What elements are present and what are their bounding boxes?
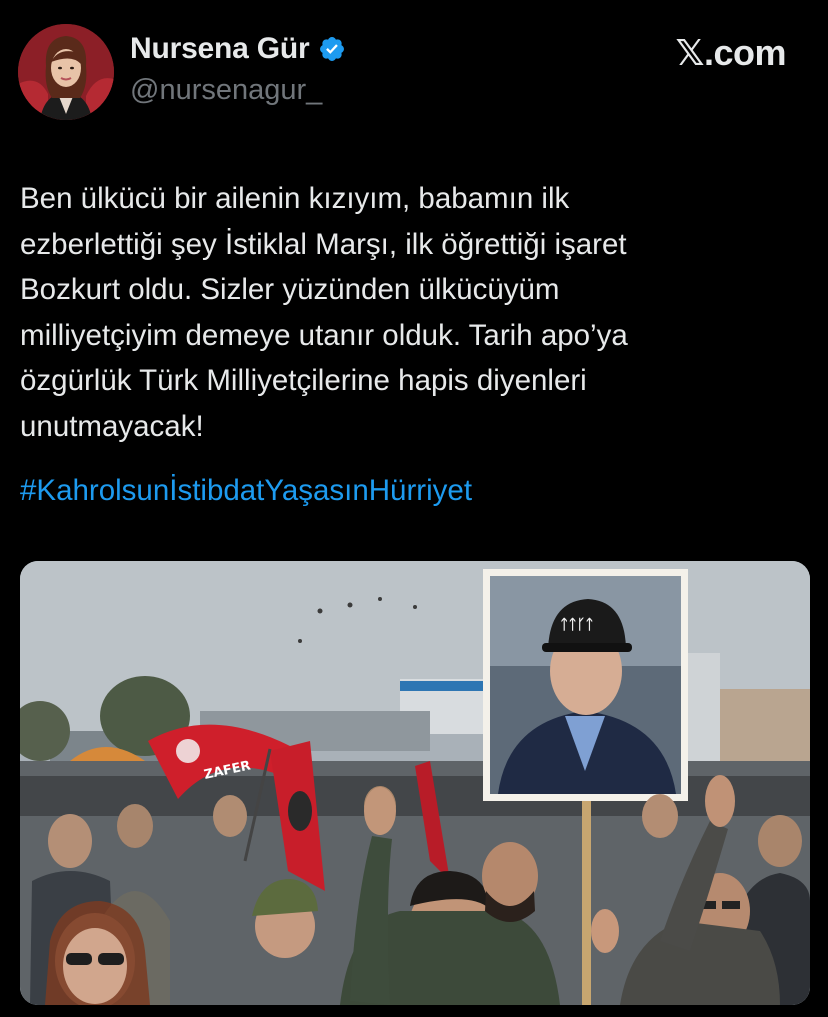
- handle[interactable]: @nursenagur_: [130, 74, 322, 107]
- name-row: Nursena Gür: [130, 32, 346, 66]
- protest-photo: ZAFER ᛏᛏᚴᛏ: [20, 561, 810, 1005]
- avatar-image: [18, 24, 114, 120]
- avatar[interactable]: [18, 24, 114, 120]
- tweet-header: Nursena Gür @nursenagur_ 𝕏.com: [0, 0, 828, 140]
- verified-badge-icon: [319, 37, 344, 61]
- hashtag-link[interactable]: #KahrolsunİstibdatYaşasınHürriyet: [20, 468, 472, 514]
- display-name[interactable]: Nursena Gür: [130, 32, 310, 66]
- cap-text: ᛏᛏᚴᛏ: [560, 617, 594, 633]
- tweet-body: Ben ülkücü bir ailenin kızıyım, babamın …: [20, 182, 628, 443]
- tweet-media-image[interactable]: ZAFER ᛏᛏᚴᛏ: [20, 561, 810, 1005]
- x-com-label: 𝕏.com: [675, 32, 786, 73]
